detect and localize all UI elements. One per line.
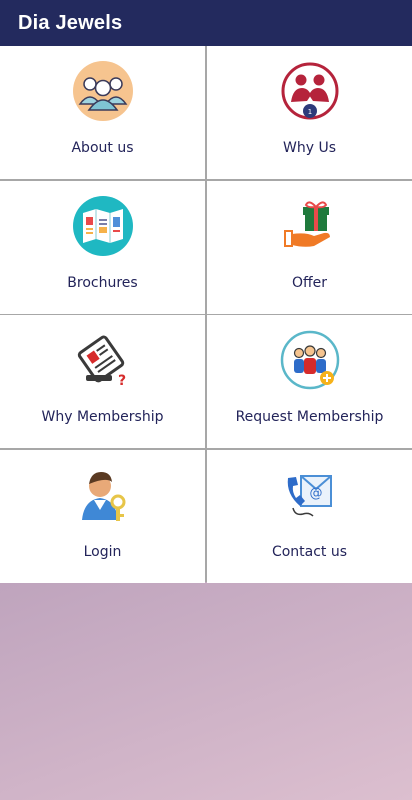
tile-contact-us[interactable]: @ Contact us [207,449,412,583]
app-title: Dia Jewels [18,11,123,34]
svg-text:1: 1 [307,108,311,116]
app-bar: Dia Jewels [0,0,412,46]
tile-label: Request Membership [235,409,384,426]
brochure-icon [72,195,134,257]
membership-card-icon: ? [72,329,134,391]
menu-grid: About us 1 Why Us Brochures Offer ? Why … [0,46,412,583]
tile-label: Contact us [271,543,348,560]
tile-why-membership[interactable]: ? Why Membership [0,315,205,449]
tile-request-membership[interactable]: Request Membership [207,315,412,449]
team-icon [72,60,134,122]
tile-label: Why Us [283,140,336,156]
svg-text:@: @ [309,486,322,501]
gift-hand-icon [279,195,341,257]
tile-label: Brochures [67,274,138,291]
tile-label: About us [71,140,134,156]
tile-about-us[interactable]: About us [0,46,205,179]
add-group-icon [279,329,341,391]
handshake-icon: 1 [279,60,341,122]
tile-brochures[interactable]: Brochures [0,180,205,314]
phone-email-icon: @ [279,464,341,526]
user-key-icon [72,464,134,526]
tile-login[interactable]: Login [0,449,205,583]
tile-why-us[interactable]: 1 Why Us [207,46,412,179]
svg-text:?: ? [118,373,126,389]
tile-label: Offer [291,274,328,291]
tile-label: Why Membership [41,409,164,426]
tile-offer[interactable]: Offer [207,180,412,314]
tile-label: Login [83,543,122,560]
